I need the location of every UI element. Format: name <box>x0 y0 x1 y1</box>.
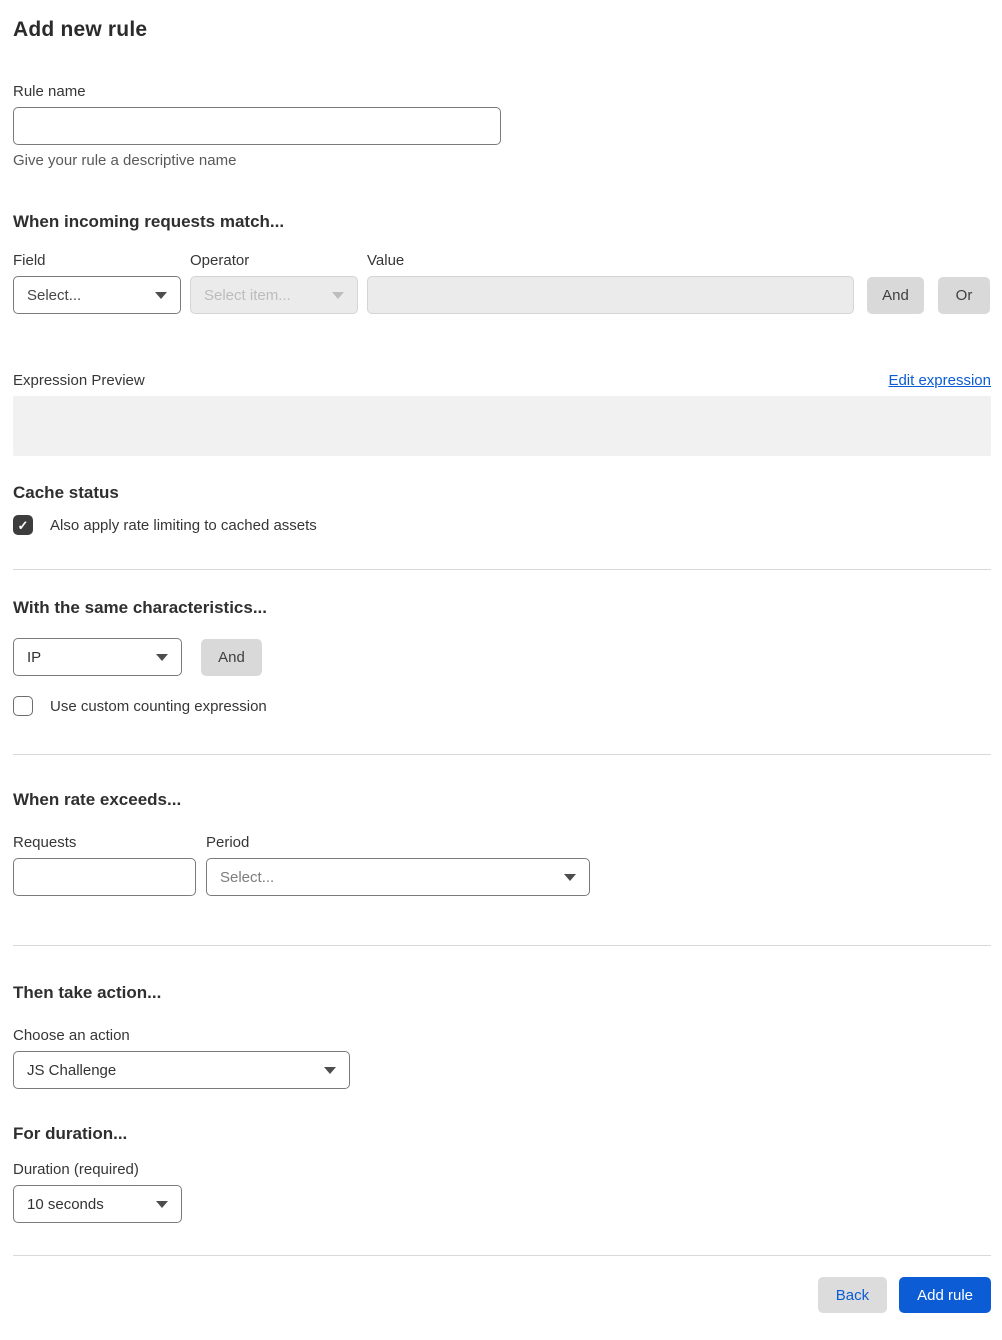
custom-counting-label: Use custom counting expression <box>50 697 267 715</box>
period-select[interactable]: Select... <box>206 858 590 896</box>
requests-label: Requests <box>13 834 77 851</box>
chevron-down-icon <box>156 1200 168 1208</box>
characteristic-select-value: IP <box>27 648 42 666</box>
chevron-down-icon <box>564 873 576 881</box>
period-column: Period Select... <box>206 834 590 896</box>
duration-select[interactable]: 10 seconds <box>13 1185 182 1223</box>
cached-assets-checkbox[interactable]: ✓ <box>13 515 33 535</box>
divider <box>13 754 991 755</box>
section-heading-action: Then take action... <box>13 983 162 1002</box>
rule-name-group: Rule name Give your rule a descriptive n… <box>13 83 991 169</box>
duration-group: Duration (required) 10 seconds <box>13 1161 991 1223</box>
duration-select-value: 10 seconds <box>27 1195 104 1213</box>
action-group: Choose an action JS Challenge <box>13 1027 991 1089</box>
value-label: Value <box>367 252 405 269</box>
field-select[interactable]: Select... <box>13 276 181 314</box>
edit-expression-link[interactable]: Edit expression <box>888 372 991 389</box>
field-label: Field <box>13 252 46 269</box>
expression-preview-header: Expression Preview Edit expression <box>13 372 991 389</box>
or-button[interactable]: Or <box>938 277 990 314</box>
form-footer: Back Add rule <box>13 1277 991 1313</box>
period-select-value: Select... <box>220 868 275 886</box>
operator-column: Operator Select item... <box>190 252 358 314</box>
divider <box>13 945 991 946</box>
custom-counting-checkbox-row: Use custom counting expression <box>13 696 991 716</box>
field-select-value: Select... <box>27 286 82 304</box>
match-condition-row: Field Select... Operator Select item... … <box>13 252 991 314</box>
operator-label: Operator <box>190 252 250 269</box>
requests-input[interactable] <box>13 858 196 896</box>
expression-preview-label: Expression Preview <box>13 372 145 389</box>
characteristic-and-button[interactable]: And <box>201 638 262 676</box>
requests-column: Requests <box>13 834 196 896</box>
section-heading-match: When incoming requests match... <box>13 212 285 231</box>
chevron-down-icon <box>332 291 344 299</box>
characteristic-select[interactable]: IP <box>13 638 182 676</box>
add-rule-button[interactable]: Add rule <box>899 1277 991 1313</box>
operator-select: Select item... <box>190 276 358 314</box>
action-select[interactable]: JS Challenge <box>13 1051 350 1089</box>
check-icon: ✓ <box>17 517 29 533</box>
characteristics-row: IP And <box>13 638 991 676</box>
cached-assets-label: Also apply rate limiting to cached asset… <box>50 516 317 534</box>
section-heading-rate: When rate exceeds... <box>13 790 182 809</box>
section-heading-duration: For duration... <box>13 1124 128 1143</box>
rule-name-helper: Give your rule a descriptive name <box>13 152 237 169</box>
duration-label: Duration (required) <box>13 1161 139 1178</box>
section-heading-characteristics: With the same characteristics... <box>13 598 268 617</box>
rate-row: Requests Period Select... <box>13 834 991 896</box>
back-button[interactable]: Back <box>817 1277 888 1313</box>
period-label: Period <box>206 834 250 851</box>
custom-counting-checkbox[interactable] <box>13 696 33 716</box>
chevron-down-icon <box>156 653 168 661</box>
chevron-down-icon <box>324 1066 336 1074</box>
section-heading-cache-status: Cache status <box>13 483 119 502</box>
rule-name-label: Rule name <box>13 83 86 100</box>
action-label: Choose an action <box>13 1027 130 1044</box>
action-select-value: JS Challenge <box>27 1061 117 1079</box>
value-input <box>367 276 854 314</box>
chevron-down-icon <box>155 291 167 299</box>
cached-assets-checkbox-row: ✓ Also apply rate limiting to cached ass… <box>13 515 991 535</box>
add-rule-form: Add new rule Rule name Give your rule a … <box>0 0 1002 1325</box>
divider <box>13 569 991 570</box>
page-title: Add new rule <box>13 18 148 41</box>
value-column: Value <box>367 252 854 314</box>
and-button[interactable]: And <box>867 277 924 314</box>
expression-preview-box <box>13 396 991 456</box>
rule-name-input[interactable] <box>13 107 501 145</box>
field-column: Field Select... <box>13 252 181 314</box>
divider <box>13 1255 991 1256</box>
operator-select-value: Select item... <box>204 286 291 304</box>
